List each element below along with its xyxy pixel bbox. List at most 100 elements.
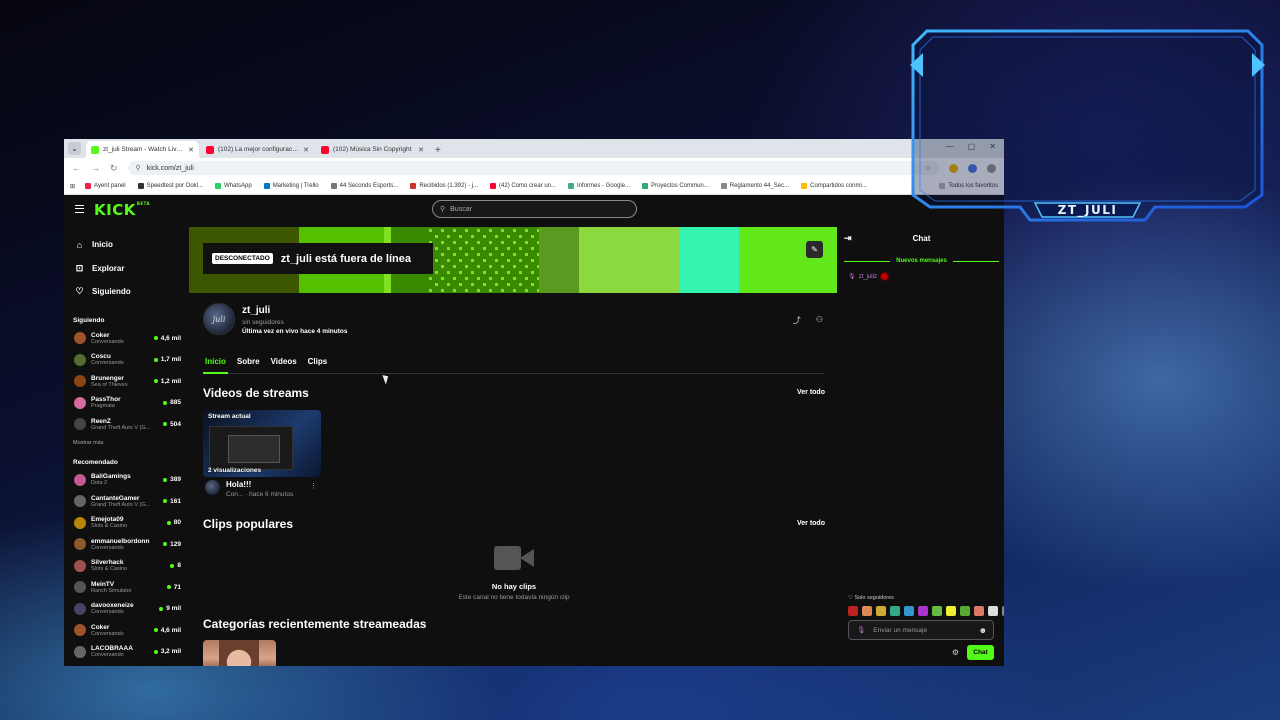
browser-tab[interactable]: zt_juli Stream - Watch Live on Kick ✕ <box>86 141 199 158</box>
minimize-button[interactable]: — <box>946 142 954 151</box>
emote-icon[interactable] <box>904 606 914 616</box>
reload-icon[interactable]: ↻ <box>110 163 118 174</box>
emote-icon[interactable] <box>1002 606 1004 616</box>
bookmark-item[interactable]: Recibidos (1.392) - j... <box>410 183 478 189</box>
emote-icon[interactable] <box>848 606 858 616</box>
tab-clips[interactable]: Clips <box>306 357 330 374</box>
video-more-icon[interactable]: ⋮ <box>310 482 317 490</box>
close-tab-icon[interactable]: ✕ <box>303 146 309 154</box>
video-thumbnail[interactable]: Stream actual 2 visualizaciones <box>203 410 321 477</box>
sidebar-channel[interactable]: Silverhack Slots & Casino 8 <box>64 555 189 577</box>
video-title[interactable]: Hola!!! <box>226 480 293 489</box>
new-tab-button[interactable]: + <box>435 145 441 156</box>
video-camera-icon <box>494 545 534 571</box>
bookmark-star-icon[interactable]: ☆ <box>925 164 931 172</box>
clips-see-all[interactable]: Ver todo <box>797 520 825 527</box>
bookmark-icon <box>85 183 92 189</box>
tab-search-button[interactable]: ⌄ <box>68 142 81 155</box>
sidebar-channel[interactable]: BaliGamings Dota 2 389 <box>64 469 189 491</box>
sidebar-nav-siguiendo[interactable]: ♡ Siguiendo <box>64 280 189 304</box>
search-icon: ⚲ <box>440 206 446 213</box>
sidebar-channel[interactable]: emmanuelbordonn Conversando 129 <box>64 534 189 556</box>
chat-username[interactable]: zt_juliz <box>859 274 877 280</box>
video-avatar[interactable] <box>205 480 220 495</box>
emote-icon[interactable] <box>960 606 970 616</box>
videos-see-all[interactable]: Ver todo <box>797 389 825 396</box>
sidebar-channel[interactable]: PassThor Pragmata 885 <box>64 392 189 414</box>
tab-sobre[interactable]: Sobre <box>235 357 262 374</box>
share-icon[interactable]: ⤴ <box>793 315 801 326</box>
bookmark-item[interactable]: Compartidos conmi... <box>801 183 867 189</box>
channel-profile: juli zt_juli sin seguidores Última vez e… <box>203 303 347 335</box>
emote-icon[interactable] <box>988 606 998 616</box>
bookmark-item[interactable]: (42) Como crear un... <box>490 183 556 189</box>
back-icon[interactable]: ← <box>72 163 81 173</box>
channel-avatar[interactable]: juli <box>203 303 235 335</box>
bookmark-item[interactable]: Reglamento 44_Sec... <box>720 183 789 189</box>
edit-banner-button[interactable]: ✎ <box>806 241 823 258</box>
search-input[interactable]: ⚲ Buscar <box>432 200 637 218</box>
channel-category: Ranch Simulator <box>91 587 132 594</box>
channel-name: davooxeneize <box>91 602 134 610</box>
sidebar-channel[interactable]: LACOBRAAA Conversando 3,2 mil <box>64 641 189 663</box>
emote-icon[interactable] <box>862 606 872 616</box>
tab-videos[interactable]: Videos <box>269 357 299 374</box>
sidebar-channel[interactable]: Brunenger Sea of Thieves 1,2 mil <box>64 371 189 393</box>
sidebar-channel[interactable]: ReenZ Grand Theft Auto V (G... 504 <box>64 414 189 436</box>
url-input[interactable]: ⚲ kick.com/zt_juli ☆ <box>127 161 939 175</box>
emote-icon[interactable] <box>974 606 984 616</box>
bookmark-item[interactable]: 44 Seconds Esports... <box>330 183 398 189</box>
sidebar-channel[interactable]: Coker Conversando 4,6 mil <box>64 620 189 642</box>
tab-inicio[interactable]: Inicio <box>203 357 228 374</box>
maximize-button[interactable]: ▢ <box>968 142 976 151</box>
video-meta: Con... · hace 6 minutos <box>226 491 294 498</box>
bookmark-item[interactable]: Speedtest por Ookl... <box>137 183 203 189</box>
sidebar-channel[interactable]: Emejota09 Slots & Casino 80 <box>64 512 189 534</box>
sidebar-nav-explorar[interactable]: ⊡ Explorar <box>64 257 189 281</box>
category-thumbnail[interactable] <box>203 640 276 666</box>
menu-icon[interactable] <box>75 205 84 213</box>
profile-avatar[interactable] <box>987 163 996 173</box>
show-more-link[interactable]: Mostrar más <box>64 435 189 451</box>
sidebar-channel[interactable]: Coscu Conversando 1,7 mil <box>64 349 189 371</box>
emote-icon[interactable] <box>918 606 928 616</box>
bookmark-item[interactable]: Marketing | Trello <box>263 183 319 189</box>
sidebar-nav-inicio[interactable]: ⌂ Inicio <box>64 233 189 257</box>
sidebar-channel[interactable]: MeinTV Ranch Simulator 71 <box>64 577 189 599</box>
browser-tab-bar: ⌄ zt_juli Stream - Watch Live on Kick✕(1… <box>64 139 1004 158</box>
sidebar-channel[interactable]: CantanteGamer Grand Theft Auto V (G... 161 <box>64 491 189 513</box>
bookmark-item[interactable]: Proyectos Commun... <box>642 183 709 189</box>
all-bookmarks[interactable]: Todos los favoritos <box>939 183 998 189</box>
bookmark-item[interactable]: WhatsApp <box>215 183 252 189</box>
emote-icon[interactable] <box>946 606 956 616</box>
bookmark-icon <box>801 183 808 189</box>
send-chat-button[interactable]: Chat <box>967 645 994 660</box>
user-settings-icon[interactable]: ⚇ <box>816 315 823 326</box>
emoji-icon[interactable]: ☻ <box>979 626 987 635</box>
extension-icon[interactable] <box>949 163 958 173</box>
close-tab-icon[interactable]: ✕ <box>418 146 424 154</box>
sidebar-channel[interactable]: davooxeneize Conversando 9 mil <box>64 598 189 620</box>
emote-icon[interactable] <box>876 606 886 616</box>
collapse-chat-icon[interactable]: ⇥ <box>844 233 852 244</box>
site-info-icon[interactable]: ⚲ <box>136 164 141 172</box>
close-tab-icon[interactable]: ✕ <box>188 146 194 154</box>
chat-input[interactable]: 🎙 Enviar un mensaje ☻ <box>848 620 994 640</box>
close-window-button[interactable]: ✕ <box>989 142 996 151</box>
browser-tab[interactable]: (102) La mejor configuración de OBS✕ <box>201 141 314 158</box>
sidebar-channel[interactable]: Coker Conversando 4,6 mil <box>64 328 189 350</box>
followers-only-notice: ♡ Solo seguidores <box>848 595 894 601</box>
emote-icon[interactable] <box>890 606 900 616</box>
emote-icon[interactable] <box>932 606 942 616</box>
bookmark-item[interactable]: Informes - Google... <box>568 183 630 189</box>
gear-icon[interactable]: ⚙ <box>952 648 959 657</box>
kick-logo[interactable]: KICKBETA <box>94 201 150 219</box>
browser-tab[interactable]: (102) Música Sin Copyright ✕ <box>316 141 429 158</box>
bookmark-icon <box>137 183 144 189</box>
forward-icon[interactable]: → <box>91 163 100 173</box>
apps-grid-icon[interactable]: ⊞ <box>70 183 75 190</box>
chat-placeholder: Enviar un mensaje <box>873 626 928 634</box>
bookmark-icon <box>330 183 337 189</box>
bookmark-item[interactable]: Ayent panel <box>85 183 126 189</box>
extension-icon[interactable] <box>968 163 977 173</box>
